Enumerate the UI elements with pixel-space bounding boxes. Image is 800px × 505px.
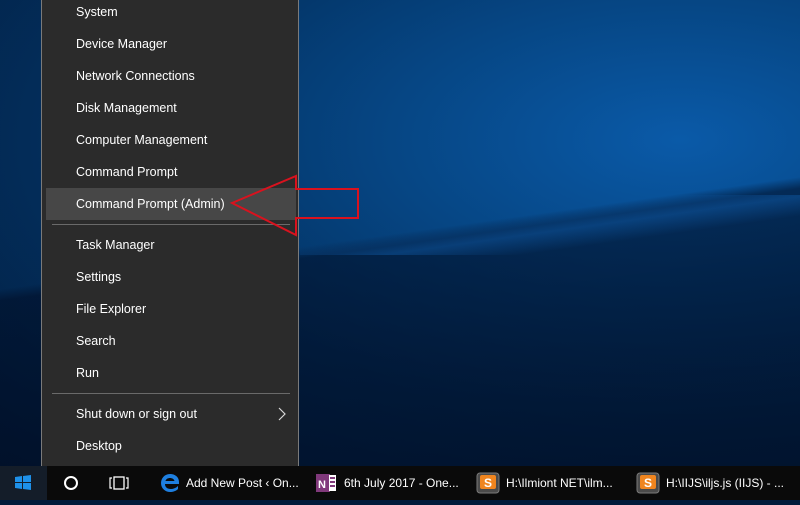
menu-item-search[interactable]: Search — [46, 325, 296, 357]
taskbar-app-sublime-2[interactable]: S H:\IIJS\iljs.js (IIJS) - ... — [636, 466, 796, 500]
taskbar-app-label: H:\Ilmiont NET\ilm... — [506, 476, 613, 490]
menu-item-command-prompt[interactable]: Command Prompt — [46, 156, 296, 188]
menu-item-label: File Explorer — [76, 302, 147, 316]
menu-item-command-prompt-admin[interactable]: Command Prompt (Admin) — [46, 188, 296, 220]
menu-item-disk-management[interactable]: Disk Management — [46, 92, 296, 124]
taskbar-app-onenote[interactable]: N 6th July 2017 - One... — [314, 466, 466, 500]
menu-item-device-manager[interactable]: Device Manager — [46, 28, 296, 60]
menu-item-label: Shut down or sign out — [76, 407, 197, 421]
menu-item-label: Command Prompt (Admin) — [76, 197, 225, 211]
menu-item-label: Settings — [76, 270, 122, 284]
start-button[interactable] — [0, 466, 47, 500]
winx-context-menu: System Device Manager Network Connection… — [41, 0, 299, 468]
onenote-icon: N — [316, 474, 336, 492]
menu-item-label: Network Connections — [76, 69, 195, 83]
menu-item-label: Search — [76, 334, 116, 348]
menu-item-shut-down-or-sign-out[interactable]: Shut down or sign out — [46, 398, 296, 430]
taskbar: Add New Post ‹ On... N 6th July 2017 - O… — [0, 466, 800, 500]
task-view-button[interactable] — [98, 466, 140, 500]
menu-item-label: Desktop — [76, 439, 122, 453]
svg-text:S: S — [484, 476, 492, 490]
menu-item-network-connections[interactable]: Network Connections — [46, 60, 296, 92]
taskbar-app-edge[interactable]: Add New Post ‹ On... — [156, 466, 304, 500]
menu-item-computer-management[interactable]: Computer Management — [46, 124, 296, 156]
menu-separator — [52, 393, 290, 394]
menu-item-label: Computer Management — [76, 133, 208, 147]
sublime-text-icon: S — [636, 472, 660, 494]
svg-text:S: S — [644, 476, 652, 490]
menu-item-label: Device Manager — [76, 37, 168, 51]
cortana-circle-icon — [64, 476, 78, 490]
svg-text:N: N — [318, 479, 326, 491]
menu-item-desktop[interactable]: Desktop — [46, 430, 296, 462]
menu-item-label: Run — [76, 366, 99, 380]
menu-item-system[interactable]: System — [46, 0, 296, 28]
edge-icon — [161, 474, 179, 492]
menu-item-task-manager[interactable]: Task Manager — [46, 229, 296, 261]
menu-item-file-explorer[interactable]: File Explorer — [46, 293, 296, 325]
taskbar-app-sublime-1[interactable]: S H:\Ilmiont NET\ilm... — [476, 466, 628, 500]
menu-item-settings[interactable]: Settings — [46, 261, 296, 293]
task-view-icon — [109, 476, 129, 490]
menu-item-label: System — [76, 5, 118, 19]
menu-item-label: Disk Management — [76, 101, 177, 115]
menu-item-run[interactable]: Run — [46, 357, 296, 389]
taskbar-app-label: Add New Post ‹ On... — [186, 476, 299, 490]
sublime-text-icon: S — [476, 472, 500, 494]
menu-item-label: Task Manager — [76, 238, 155, 252]
taskbar-app-label: H:\IIJS\iljs.js (IIJS) - ... — [666, 476, 785, 490]
cortana-search-button[interactable] — [50, 466, 92, 500]
windows-logo-icon — [15, 475, 31, 490]
taskbar-app-label: 6th July 2017 - One... — [344, 476, 459, 490]
menu-item-label: Command Prompt — [76, 165, 178, 179]
menu-separator — [52, 224, 290, 225]
